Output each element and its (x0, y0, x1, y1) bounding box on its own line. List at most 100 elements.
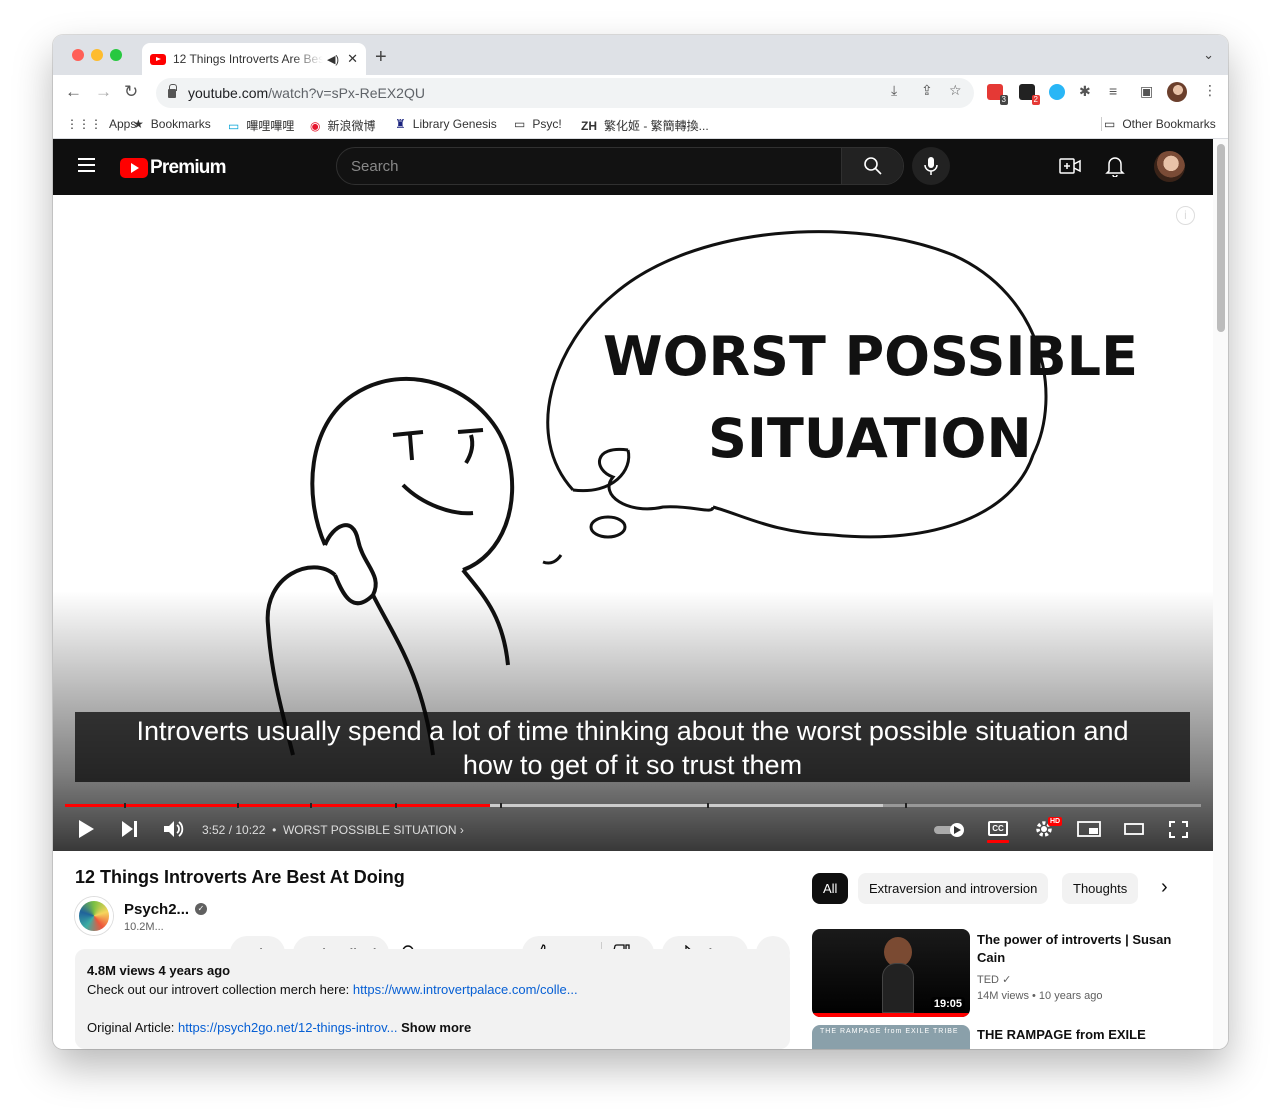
bubble-text-line2: SITUATION (708, 407, 1032, 470)
merch-link[interactable]: https://www.introvertpalace.com/colle... (353, 982, 578, 997)
tab-close-icon[interactable]: ✕ (347, 51, 358, 67)
account-avatar[interactable] (1154, 151, 1185, 182)
youtube-play-logo-icon (120, 158, 148, 178)
rec-title-1[interactable]: The power of introverts | Susan Cain (977, 931, 1177, 967)
chapter-divider (500, 803, 502, 808)
caption-box: Introverts usually spend a lot of time t… (75, 712, 1190, 782)
fullscreen-icon[interactable] (1169, 821, 1188, 838)
youtube-logo[interactable]: Premium (120, 157, 227, 179)
caption-line-2: how to get of it so trust them (462, 750, 803, 780)
bookmark-apps[interactable]: ⋮⋮⋮ Apps (66, 117, 136, 131)
bookmark-weibo[interactable]: ◉ 新浪微博 (310, 117, 376, 134)
played-bar (65, 804, 490, 807)
play-button[interactable] (77, 819, 95, 839)
autoplay-toggle[interactable] (933, 822, 967, 838)
close-window-button[interactable] (72, 49, 84, 61)
video-player[interactable]: WORST POSSIBLE SITUATION i Introverts us… (53, 195, 1213, 851)
browser-window: 12 Things Introverts Are Best At Doing ◀… (53, 35, 1228, 1049)
extensions-puzzle-icon[interactable]: ✱ (1079, 83, 1091, 100)
description-box[interactable]: 4.8M views 4 years ago Check out our int… (75, 949, 790, 1049)
other-bookmarks[interactable]: ▭ Other Bookmarks (1101, 117, 1216, 131)
share-page-icon[interactable]: ⇪ (921, 82, 933, 99)
search-icon (863, 157, 882, 175)
chip-thoughts[interactable]: Thoughts (1062, 873, 1139, 904)
rec-watched-bar (812, 1013, 970, 1017)
lock-icon[interactable] (168, 83, 177, 98)
side-panel-icon[interactable]: ▣ (1140, 83, 1153, 100)
verified-badge-icon: ✓ (195, 903, 207, 915)
bilibili-icon: ▭ (228, 118, 240, 133)
info-icon[interactable]: i (1176, 206, 1195, 225)
create-video-icon[interactable] (1059, 155, 1081, 177)
bookmark-fanhuaji[interactable]: ZH 繁化姬 - 繁簡轉換... (581, 117, 709, 134)
time-display: 3:52 / 10:22 • WORST POSSIBLE SITUATION … (202, 823, 464, 837)
minimize-window-button[interactable] (91, 49, 103, 61)
search-button[interactable] (841, 148, 903, 184)
chapter-divider (905, 803, 907, 808)
cc-label: CC (992, 824, 1004, 833)
notifications-bell-icon[interactable] (1105, 155, 1125, 177)
show-more-link[interactable]: Show more (401, 1020, 471, 1035)
extension-2-icon[interactable]: 2 (1019, 84, 1040, 105)
rec-thumbnail-1[interactable]: 19:05 (812, 929, 970, 1017)
search-input[interactable] (337, 148, 841, 184)
bookmark-star-icon[interactable]: ☆ (949, 82, 962, 99)
back-button[interactable]: ← (65, 82, 82, 102)
zh-icon: ZH (581, 118, 597, 133)
rec-thumb-text: THE RAMPAGE from EXILE TRIBE (820, 1028, 959, 1035)
star-icon: ★ (133, 117, 144, 131)
chapter-divider (707, 803, 709, 808)
browser-toolbar: ← → ↻ youtube.com/watch?v=sPx-ReEX2QU ⤓ … (53, 75, 1228, 111)
chapter-chevron-icon[interactable]: › (460, 823, 464, 837)
voice-search-button[interactable] (912, 147, 950, 185)
bookmark-label: Bookmarks (150, 117, 211, 131)
chips-next-chevron-icon[interactable]: › (1161, 876, 1168, 899)
description-line-article: Original Article: https://psych2go.net/1… (87, 1018, 778, 1037)
new-tab-button[interactable]: + (375, 46, 387, 69)
page-scrollbar[interactable] (1213, 139, 1228, 1049)
rec-channel-name: TED (977, 974, 999, 986)
extension-3-icon[interactable] (1049, 84, 1065, 100)
chapter-divider (395, 803, 397, 808)
chapter-title[interactable]: WORST POSSIBLE SITUATION (283, 823, 457, 837)
browser-tab[interactable]: 12 Things Introverts Are Best At Doing ◀… (142, 43, 366, 75)
rec-duration: 19:05 (930, 997, 965, 1011)
rec-title-2[interactable]: THE RAMPAGE from EXILE (977, 1026, 1177, 1044)
extension-2-badge: 2 (1031, 95, 1040, 105)
bookmark-bookmarks[interactable]: ★ Bookmarks (133, 117, 211, 131)
scrollbar-thumb[interactable] (1217, 144, 1225, 332)
folder-icon: ▭ (1104, 117, 1116, 131)
article-link[interactable]: https://psych2go.net/12-things-introv... (178, 1020, 397, 1035)
browser-menu-icon[interactable]: ⋮ (1203, 82, 1217, 99)
extension-1-icon[interactable]: 3 (987, 84, 1008, 105)
bookmark-psyc[interactable]: ▭ Psyc! (514, 117, 562, 131)
url-host: youtube.com (188, 85, 269, 101)
hd-badge: HD (1048, 817, 1063, 826)
progress-bar[interactable] (65, 804, 1201, 807)
rec-channel-1[interactable]: TED ✓ (977, 973, 1011, 986)
profile-avatar[interactable] (1167, 82, 1187, 102)
chip-extraversion[interactable]: Extraversion and introversion (858, 873, 1049, 904)
miniplayer-icon[interactable] (1077, 821, 1101, 837)
hamburger-menu-icon[interactable] (78, 158, 95, 172)
reload-button[interactable]: ↻ (124, 82, 138, 102)
tab-strip: 12 Things Introverts Are Best At Doing ◀… (53, 35, 1228, 75)
closed-captions-button[interactable]: CC (988, 821, 1008, 836)
bookmark-library-genesis[interactable]: ♜ Library Genesis (395, 117, 497, 131)
chip-all[interactable]: All (812, 873, 849, 904)
zoom-window-button[interactable] (110, 49, 122, 61)
reading-list-icon[interactable]: ≡ (1109, 83, 1117, 99)
speaker-icon[interactable]: ◀︎) (327, 53, 339, 66)
theater-mode-icon[interactable] (1124, 823, 1144, 835)
address-bar[interactable]: youtube.com/watch?v=sPx-ReEX2QU (156, 78, 974, 108)
rec-thumbnail-2[interactable]: THE RAMPAGE from EXILE TRIBE (812, 1025, 970, 1049)
volume-icon[interactable] (163, 819, 185, 839)
next-button[interactable] (121, 819, 139, 839)
bubble-text-line1: WORST POSSIBLE (603, 325, 1138, 388)
channel-avatar[interactable] (75, 897, 113, 935)
tab-search-chevron-icon[interactable]: ⌄ (1203, 47, 1214, 63)
bookmark-bilibili[interactable]: ▭ 嗶哩嗶哩 (228, 117, 294, 134)
forward-button[interactable]: → (95, 82, 112, 102)
channel-name[interactable]: Psych2... (124, 901, 189, 918)
install-app-icon[interactable]: ⤓ (891, 82, 897, 99)
